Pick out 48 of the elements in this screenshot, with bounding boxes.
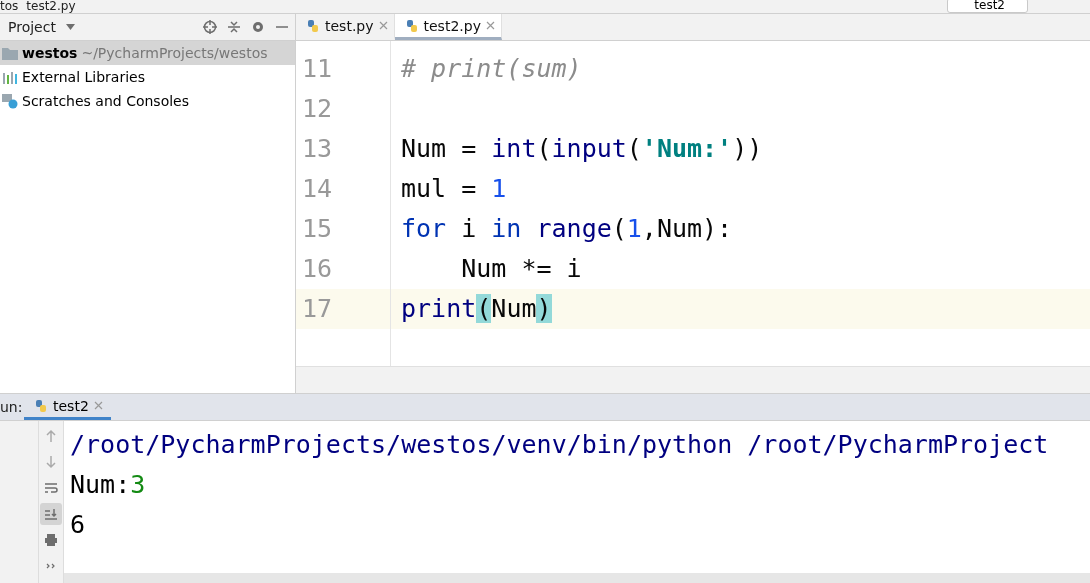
horizontal-scrollbar[interactable] <box>64 573 1090 583</box>
code-line: for i in range(1,Num): <box>400 213 734 245</box>
line-number: 15 <box>301 213 334 245</box>
tree-item-name: Scratches and Consoles <box>22 93 189 109</box>
line-number: 11 <box>301 53 334 85</box>
bar-chart-icon <box>2 70 18 84</box>
project-view-dropdown[interactable]: Project <box>8 19 56 35</box>
line-number: 14 <box>301 173 334 205</box>
tree-item[interactable]: Scratches and Consoles <box>0 89 295 113</box>
folder-icon <box>2 46 18 60</box>
python-file-icon <box>404 18 419 33</box>
code-line: # print(sum) <box>400 53 583 85</box>
close-icon[interactable] <box>93 401 103 410</box>
settings-icon[interactable] <box>251 20 265 34</box>
line-number: 12 <box>301 93 334 125</box>
console-line: /root/PycharmProjects/westos/venv/bin/python /root/PycharmProject <box>70 429 1050 461</box>
code-line: Num = int(input('Num:')) <box>400 133 764 165</box>
caret-icon[interactable] <box>65 24 75 30</box>
code-line: Num *= i <box>460 253 583 285</box>
close-icon[interactable] <box>378 21 388 30</box>
console-clock-icon <box>2 93 18 109</box>
console-line: Num:3 <box>70 469 147 501</box>
editor-tab[interactable]: test.py <box>296 14 395 40</box>
tree-item[interactable]: westos ~/PycharmProjects/westos <box>0 41 295 65</box>
close-icon[interactable] <box>485 21 495 30</box>
tree-item-name: westos <box>22 45 78 61</box>
down-arrow-icon[interactable] <box>44 455 58 469</box>
tree-item[interactable]: External Libraries <box>0 65 295 89</box>
python-file-icon <box>34 398 48 413</box>
soft-wrap-icon[interactable] <box>44 481 58 495</box>
line-number: 13 <box>301 133 334 165</box>
tree-item-path: ~/PycharmProjects/westos <box>81 45 268 61</box>
up-arrow-icon[interactable] <box>44 429 58 443</box>
crosshair-icon[interactable] <box>203 20 217 34</box>
python-file-icon <box>306 18 320 33</box>
code-line: mul = 1 <box>400 173 508 205</box>
scroll-to-end-icon[interactable] <box>44 507 58 521</box>
run-config-dropdown[interactable]: test2 <box>947 0 1028 13</box>
breadcrumb-item[interactable]: tos <box>0 0 19 13</box>
printer-icon[interactable] <box>44 533 58 547</box>
line-number: 17 <box>296 289 390 329</box>
collapse-icon[interactable] <box>227 20 241 34</box>
console-line: 6 <box>70 509 87 541</box>
tree-item-name: External Libraries <box>22 69 145 85</box>
editor-tab[interactable]: test2.py <box>394 14 502 40</box>
breadcrumb-item[interactable]: test2.py <box>26 0 76 13</box>
line-number: 16 <box>301 253 334 285</box>
run-label: un: <box>0 399 24 415</box>
